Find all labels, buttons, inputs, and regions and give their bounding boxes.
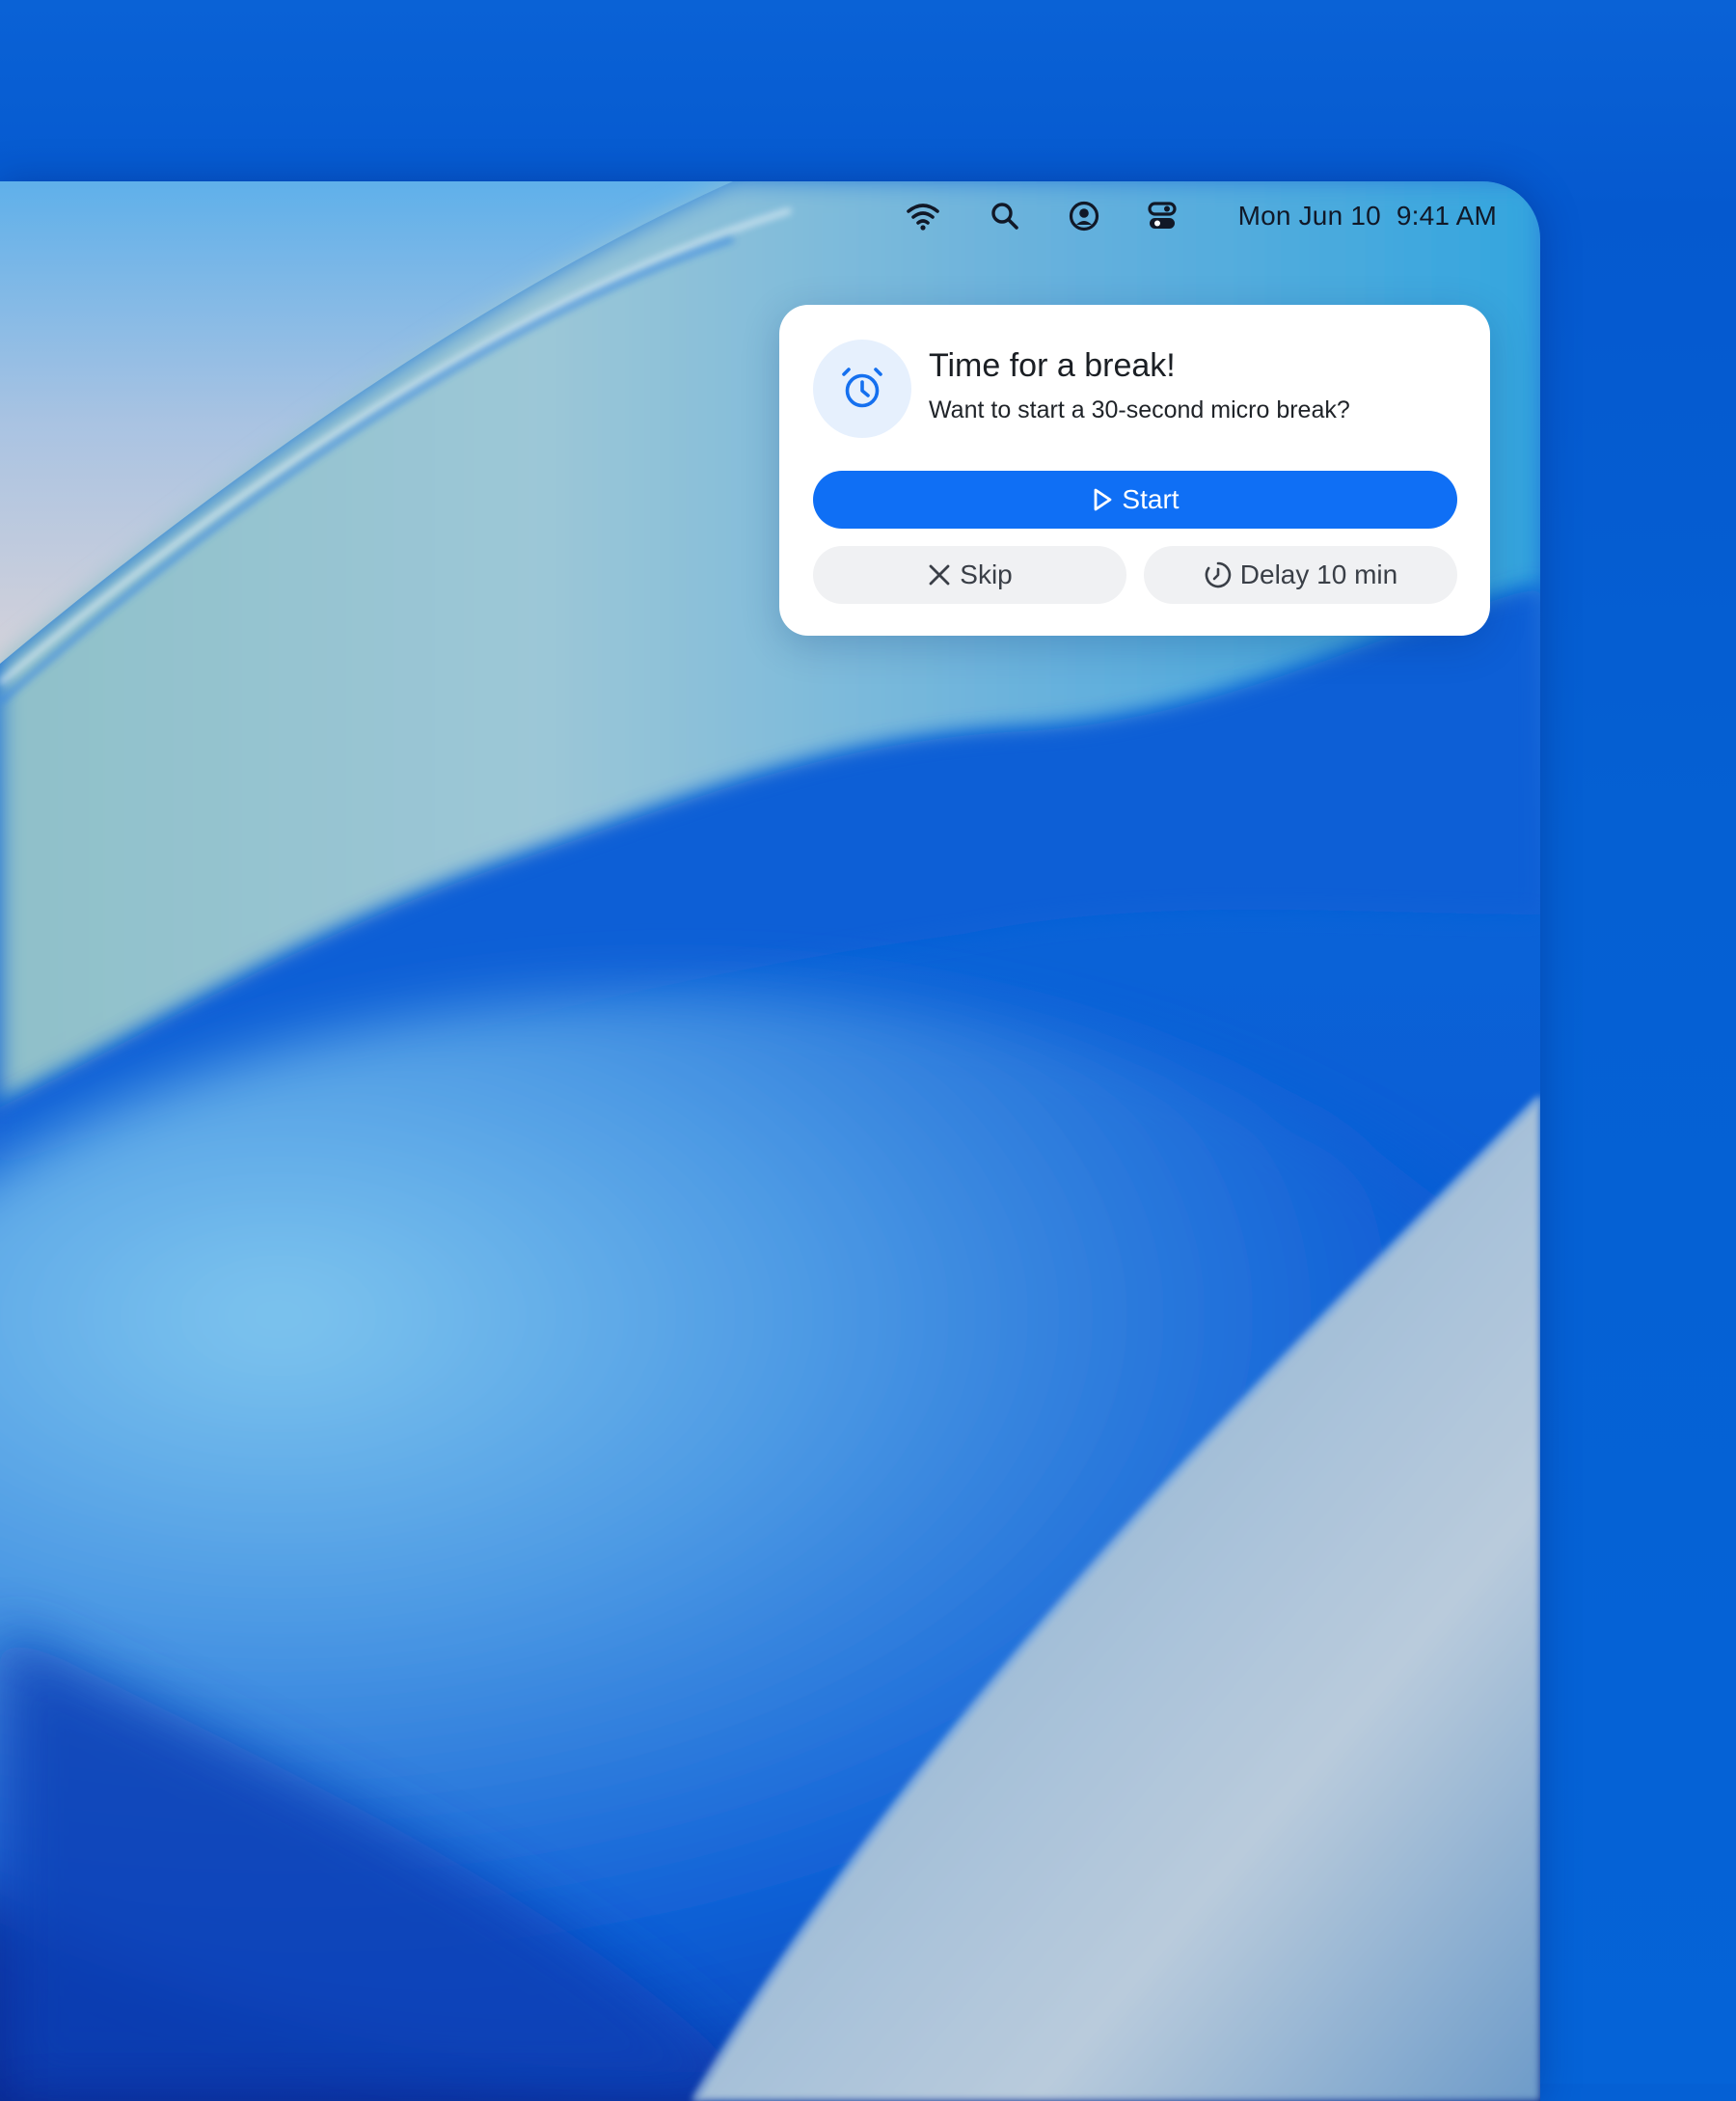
control-center-icon[interactable]: [1143, 197, 1181, 235]
skip-button[interactable]: Skip: [813, 546, 1126, 604]
timer-icon: [1204, 560, 1233, 589]
notification-body: Want to start a 30-second micro break?: [929, 396, 1350, 423]
wifi-icon[interactable]: [904, 197, 942, 235]
notification-title: Time for a break!: [929, 347, 1176, 384]
delay-button[interactable]: Delay 10 min: [1144, 546, 1457, 604]
close-icon: [927, 562, 952, 587]
start-button-label: Start: [1122, 484, 1180, 514]
menubar-time: 9:41 AM: [1396, 201, 1497, 231]
menu-bar: Mon Jun 10 9:41 AM: [0, 181, 1540, 251]
skip-button-label: Skip: [960, 559, 1013, 589]
start-button[interactable]: Start: [813, 471, 1457, 529]
search-icon[interactable]: [986, 197, 1024, 235]
user-account-icon[interactable]: [1065, 197, 1103, 235]
alarm-clock-icon: [813, 340, 911, 438]
break-notification: Time for a break! Want to start a 30-sec…: [779, 305, 1490, 636]
menubar-date: Mon Jun 10: [1237, 201, 1381, 231]
menubar-clock[interactable]: Mon Jun 10 9:41 AM: [1238, 201, 1497, 232]
play-icon: [1091, 487, 1114, 512]
delay-button-label: Delay 10 min: [1239, 559, 1398, 589]
